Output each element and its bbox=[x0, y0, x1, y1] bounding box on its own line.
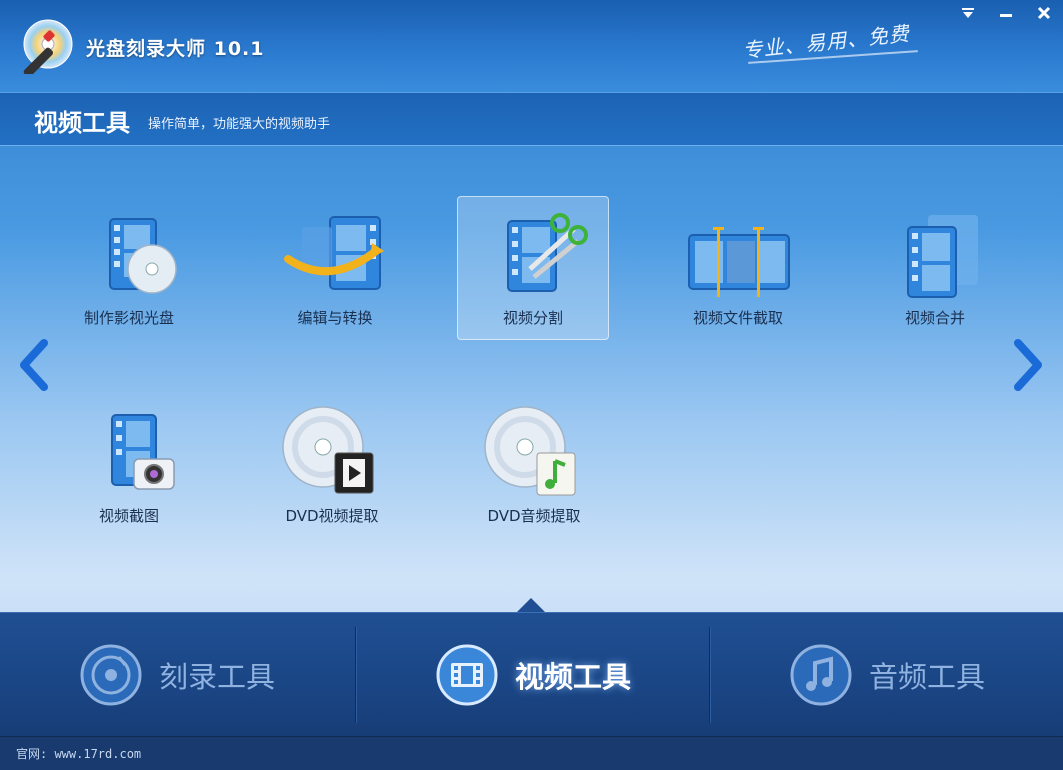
next-page-arrow-icon[interactable] bbox=[1008, 337, 1048, 393]
active-tab-pointer bbox=[516, 598, 546, 613]
close-button[interactable] bbox=[1025, 0, 1063, 26]
app-logo-icon bbox=[23, 19, 73, 74]
tab-audio-tools[interactable]: 音频工具 bbox=[710, 613, 1063, 737]
music-note-icon bbox=[790, 644, 852, 706]
film-disc-icon bbox=[109, 218, 177, 294]
dvd-audio-icon bbox=[484, 406, 576, 496]
film-crop-icon bbox=[688, 227, 790, 297]
window-controls bbox=[949, 0, 1063, 26]
tab-video-tools[interactable]: 视频工具 bbox=[356, 613, 710, 737]
tool-dvd-audio-extract[interactable]: DVD音频提取 bbox=[459, 395, 609, 537]
tool-label: 制作影视光盘 bbox=[83, 309, 174, 327]
tool-label: DVD音频提取 bbox=[487, 507, 581, 525]
bottom-tab-bar: 刻录工具 视频工具 音频工具 bbox=[0, 612, 1063, 737]
tool-video-screenshot[interactable]: 视频截图 bbox=[54, 395, 204, 537]
tool-edit-convert[interactable]: 编辑与转换 bbox=[260, 197, 410, 339]
app-window: 光盘刻录大师 10.1 专业、易用、免费 视频工具 操作简单，功能强大的视频助手 bbox=[0, 0, 1063, 770]
minimize-button[interactable] bbox=[987, 0, 1025, 26]
section-description: 操作简单，功能强大的视频助手 bbox=[148, 117, 331, 132]
tool-label: 编辑与转换 bbox=[297, 309, 373, 327]
disc-icon bbox=[80, 644, 142, 706]
tab-label: 刻录工具 bbox=[158, 660, 275, 694]
menu-button[interactable] bbox=[949, 0, 987, 26]
tab-burn-tools[interactable]: 刻录工具 bbox=[0, 613, 354, 737]
tool-video-merge[interactable]: 视频合并 bbox=[860, 197, 1010, 339]
tool-make-video-disc[interactable]: 制作影视光盘 bbox=[54, 197, 204, 339]
prev-page-arrow-icon[interactable] bbox=[14, 337, 54, 393]
section-title: 视频工具 bbox=[34, 109, 130, 137]
tool-dvd-video-extract[interactable]: DVD视频提取 bbox=[257, 395, 407, 537]
film-convert-icon bbox=[284, 216, 384, 290]
tab-label: 音频工具 bbox=[868, 660, 985, 694]
close-icon bbox=[1037, 6, 1051, 20]
tool-video-split[interactable]: 视频分割 bbox=[457, 196, 609, 340]
film-camera-icon bbox=[111, 414, 175, 490]
film-icon bbox=[436, 644, 498, 706]
title-bar: 光盘刻录大师 10.1 专业、易用、免费 bbox=[0, 0, 1063, 92]
tool-label: 视频分割 bbox=[502, 309, 563, 327]
dvd-video-icon bbox=[282, 406, 374, 494]
film-scissors-icon bbox=[507, 213, 588, 292]
tools-panel: 制作影视光盘 编辑与转换 视频分割 视频文件截取 视频合并 视频截图 DVD视频… bbox=[0, 145, 1063, 612]
tool-label: DVD视频提取 bbox=[285, 507, 379, 525]
tool-label: 视频合并 bbox=[904, 309, 965, 327]
status-bar: 官网: www.17rd.com bbox=[0, 736, 1063, 770]
film-merge-icon bbox=[907, 215, 978, 298]
section-header: 视频工具 操作简单，功能强大的视频助手 bbox=[0, 92, 1063, 146]
website-link[interactable]: 官网: www.17rd.com bbox=[16, 745, 141, 762]
tool-label: 视频截图 bbox=[98, 507, 159, 525]
app-title: 光盘刻录大师 10.1 bbox=[86, 38, 265, 60]
tab-label: 视频工具 bbox=[514, 660, 631, 694]
tool-video-clip[interactable]: 视频文件截取 bbox=[663, 197, 813, 339]
tool-label: 视频文件截取 bbox=[692, 309, 783, 327]
minimize-icon bbox=[1000, 14, 1012, 17]
menu-dropdown-icon bbox=[962, 8, 974, 18]
